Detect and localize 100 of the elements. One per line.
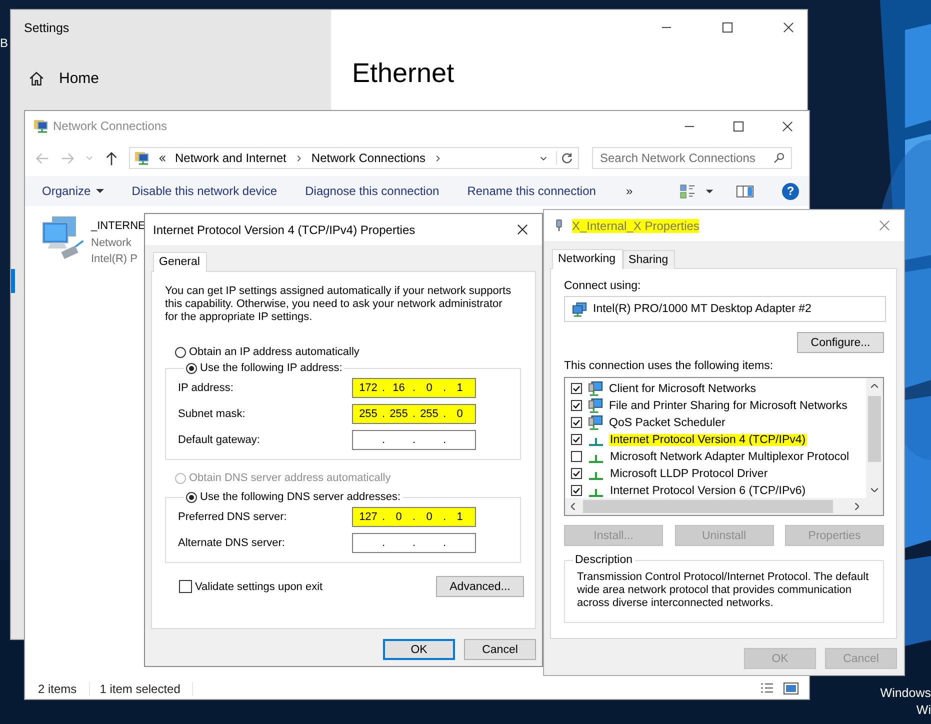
close-icon[interactable]: [782, 120, 793, 132]
field-label: Alternate DNS server:: [178, 537, 285, 549]
home-icon: [28, 70, 45, 87]
network-adapter-icon: [572, 302, 587, 316]
list-item[interactable]: File and Printer Sharing for Microsoft Networks: [608, 400, 848, 412]
caret-icon: [96, 189, 104, 193]
preview-pane-icon[interactable]: [736, 184, 754, 198]
list-item[interactable]: QoS Packet Scheduler: [608, 416, 726, 428]
search-field[interactable]: Search Network Connections: [592, 147, 792, 169]
list-item[interactable]: Client for Microsoft Networks: [608, 382, 757, 394]
ip-address-field[interactable]: . . .: [352, 430, 476, 450]
option-label: Use the following DNS server addresses:: [200, 491, 401, 503]
up-arrow-icon[interactable]: [104, 150, 119, 166]
group-label: Description: [574, 554, 634, 566]
ip-address-field[interactable]: . . .: [352, 533, 476, 553]
section-label: Connect using:: [564, 280, 642, 292]
help-button[interactable]: ?: [782, 182, 799, 200]
radio-button[interactable]: [186, 492, 197, 502]
refresh-icon[interactable]: [556, 151, 574, 165]
page-title: Ethernet: [352, 58, 454, 89]
checkbox[interactable]: [571, 434, 582, 445]
tab[interactable]: General: [153, 252, 207, 272]
ip-address-field[interactable]: 127 . 0 . 0 . 1: [352, 507, 476, 527]
checkbox-label: Validate settings upon exit: [195, 580, 323, 592]
large-icons-view-icon[interactable]: [783, 682, 799, 696]
dialog-button[interactable]: Cancel: [464, 639, 536, 660]
adapter-box: Intel(R) PRO/1000 MT Desktop Adapter #2: [564, 296, 886, 322]
radio-button[interactable]: [175, 346, 186, 358]
checkbox[interactable]: [571, 400, 582, 411]
list-item[interactable]: Internet Protocol Version 6 (TCP/IPv6): [609, 484, 807, 496]
checkbox[interactable]: [571, 417, 582, 428]
field-label: Default gateway:: [178, 434, 260, 446]
scroll-left-icon[interactable]: [571, 503, 575, 510]
search-icon: [773, 152, 785, 164]
intro-text: You can get IP settings assigned automatically if your network supports this capability. Otherwise, you need to ask your network administrator for the appropriate IP settings.: [165, 285, 512, 324]
desktop-icon-label: B: [0, 36, 8, 50]
network-service-icon: [588, 381, 603, 396]
toolbar-button[interactable]: Disable this network device: [122, 179, 286, 203]
connection-text: _INTERNE: [91, 219, 146, 234]
network-folder-icon: [33, 118, 49, 134]
selection-indicator: [11, 269, 15, 293]
option-label: Obtain an IP address automatically: [189, 346, 360, 358]
checkbox[interactable]: [571, 485, 582, 496]
nav-item[interactable]: Home: [28, 70, 100, 87]
toolbar-button[interactable]: Rename this connection: [458, 179, 605, 203]
horizontal-scrollbar[interactable]: [565, 498, 883, 515]
option-label: Use the following IP address:: [200, 362, 342, 374]
scroll-right-icon[interactable]: [855, 503, 859, 510]
more-button[interactable]: »: [616, 179, 642, 203]
tab[interactable]: Networking: [552, 249, 623, 269]
double-chevron-icon: [158, 154, 167, 162]
network-service-icon: [588, 415, 603, 430]
breadcrumb-item[interactable]: Network Connections: [311, 151, 426, 165]
ip-address-field[interactable]: 255 . 255 . 255 . 0: [352, 404, 476, 424]
field-label: Preferred DNS server:: [178, 511, 287, 523]
maximize-icon[interactable]: [722, 22, 733, 33]
checkbox[interactable]: [179, 580, 192, 593]
checkbox[interactable]: [571, 468, 582, 479]
close-icon[interactable]: [783, 22, 794, 33]
window-title: Settings: [24, 21, 70, 35]
advanced-button[interactable]: Advanced...: [436, 576, 524, 597]
address-bar[interactable]: Network and Internet Network Connections: [129, 147, 579, 169]
dialog-title: Internet Protocol Version 4 (TCP/IPv4) Properties: [153, 222, 416, 236]
vertical-scrollbar[interactable]: [866, 378, 883, 498]
connection-text: Network: [91, 236, 132, 250]
activation-text: Wi: [916, 702, 931, 719]
toolbar-button[interactable]: Organize: [33, 179, 113, 203]
tab[interactable]: Sharing: [622, 250, 676, 269]
window-title: Network Connections: [53, 119, 168, 133]
network-protocol-icon: [589, 472, 603, 480]
maximize-icon[interactable]: [733, 120, 744, 132]
list-item[interactable]: Internet Protocol Version 4 (TCP/IPv4): [609, 434, 807, 446]
caret-icon[interactable]: [705, 186, 714, 196]
ip-address-field[interactable]: 172 . 16 . 0 . 1: [352, 378, 476, 398]
checkbox[interactable]: [571, 383, 582, 394]
field-label: Subnet mask:: [178, 408, 246, 420]
scroll-down-icon[interactable]: [871, 488, 878, 492]
connection-text: Intel(R) P: [91, 252, 138, 267]
network-protocol-icon: [589, 438, 603, 446]
breadcrumb-item[interactable]: Network and Internet: [175, 151, 286, 165]
status-text: 1 item selected: [100, 682, 194, 696]
field-label: IP address:: [178, 382, 234, 394]
option-label: Obtain DNS server address automatically: [189, 472, 391, 484]
configure-button[interactable]: Configure...: [797, 332, 884, 353]
dialog-button[interactable]: OK: [383, 639, 455, 660]
list-item[interactable]: Microsoft LLDP Protocol Driver: [609, 468, 769, 480]
scroll-up-icon[interactable]: [871, 384, 878, 388]
plug-icon: [555, 218, 563, 233]
network-protocol-icon: [589, 488, 603, 496]
network-service-icon: [588, 398, 603, 413]
view-options-icon[interactable]: [679, 184, 697, 198]
section-label: This connection uses the following items:: [564, 360, 774, 372]
network-folder-icon: [134, 150, 150, 166]
toolbar-button[interactable]: Diagnose this connection: [296, 179, 448, 203]
close-icon[interactable]: [517, 224, 528, 235]
checkbox[interactable]: [571, 451, 582, 462]
radio-button[interactable]: [186, 362, 197, 374]
dialog-title: X_Internal_X Properties: [572, 218, 700, 232]
list-item[interactable]: Microsoft Network Adapter Multiplexor Protocol: [609, 450, 850, 462]
description-text: Transmission Control Protocol/Internet Protocol. The default wide area network protocol that provides communication across diverse interconnected networks.: [577, 571, 870, 610]
